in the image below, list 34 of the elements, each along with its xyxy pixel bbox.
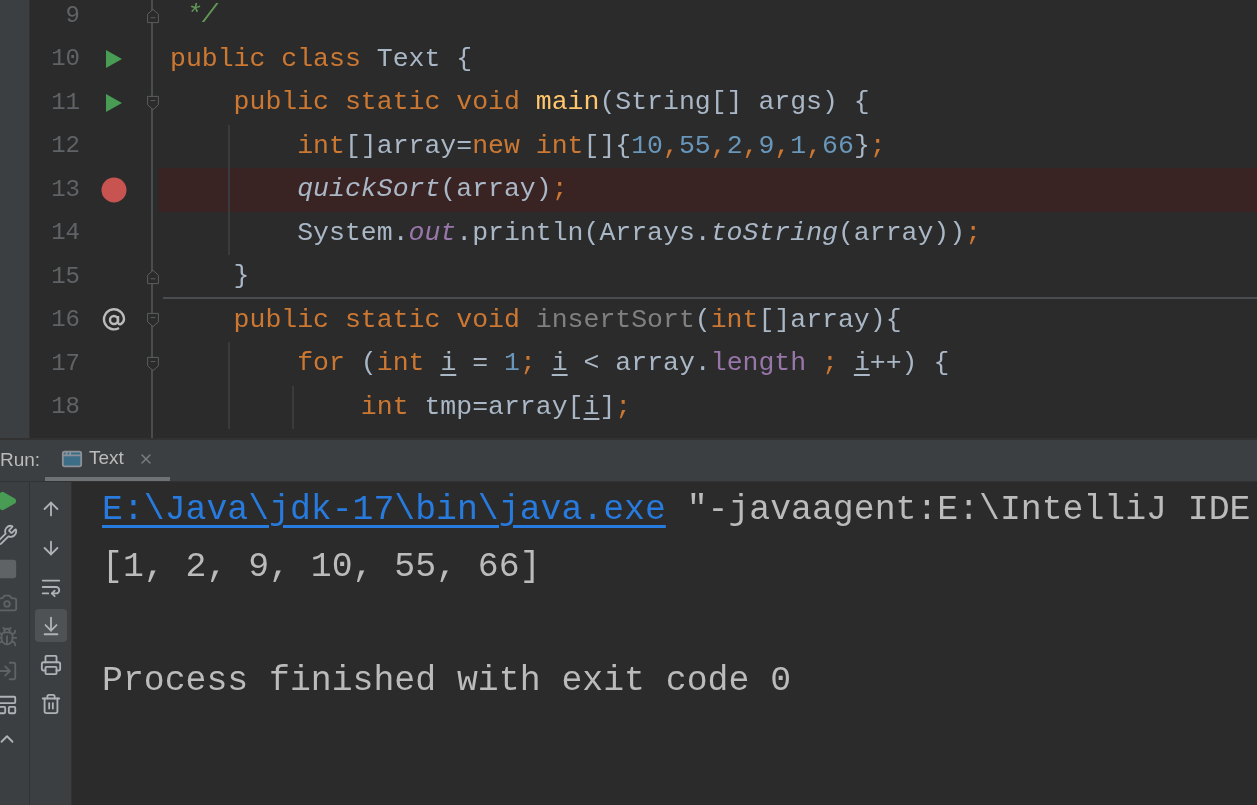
layout-icon[interactable]: [0, 694, 18, 716]
wrench-icon[interactable]: [0, 524, 18, 546]
console-output: "-javaagent:E:\IntelliJ IDE: [685, 489, 1251, 532]
line-number: 15: [51, 262, 80, 290]
code-text: public class Text {: [170, 42, 473, 76]
code-text: }: [232, 260, 250, 293]
scroll-to-end-icon[interactable]: [34, 609, 67, 642]
run-icon[interactable]: [0, 490, 18, 512]
annotation-icon[interactable]: [101, 308, 126, 333]
run-tab[interactable]: Text: [45, 440, 170, 481]
line-number: 18: [51, 393, 80, 421]
line-number: 12: [51, 132, 80, 160]
breakpoint-icon[interactable]: [100, 176, 127, 203]
code-text: quickSort(array);: [296, 173, 568, 206]
code-text: int[]array=new int[]{10,55,2,9,1,66};: [296, 129, 886, 163]
line-number: 13: [51, 175, 80, 203]
code-text: int tmp=array[i];: [359, 390, 632, 424]
run-icon[interactable]: [104, 92, 123, 113]
console-output: Process finished with exit code 0: [102, 660, 792, 703]
code-text: public static void main(String[] args) {: [232, 86, 870, 119]
line-number: 10: [51, 45, 80, 73]
console-output: [1, 2, 9, 10, 55, 66]: [102, 546, 541, 589]
line-number: 11: [51, 88, 80, 116]
console-link[interactable]: E:\Java\jdk-17\bin\java.exe: [102, 484, 666, 537]
code-text: System.out.println(Arrays.toString(array));: [296, 216, 982, 250]
code-text: for (int i = 1; i < array.length ; i++) {: [296, 347, 950, 380]
run-label: Run:: [0, 448, 42, 473]
line-number: 14: [51, 219, 80, 247]
run-icon[interactable]: [104, 49, 123, 70]
code-text: */: [184, 0, 218, 32]
line-number: 17: [51, 349, 80, 377]
line-number: 9: [65, 1, 80, 29]
line-number: 16: [51, 306, 80, 334]
code-text: public static void insertSort(int[]array){: [232, 303, 902, 337]
